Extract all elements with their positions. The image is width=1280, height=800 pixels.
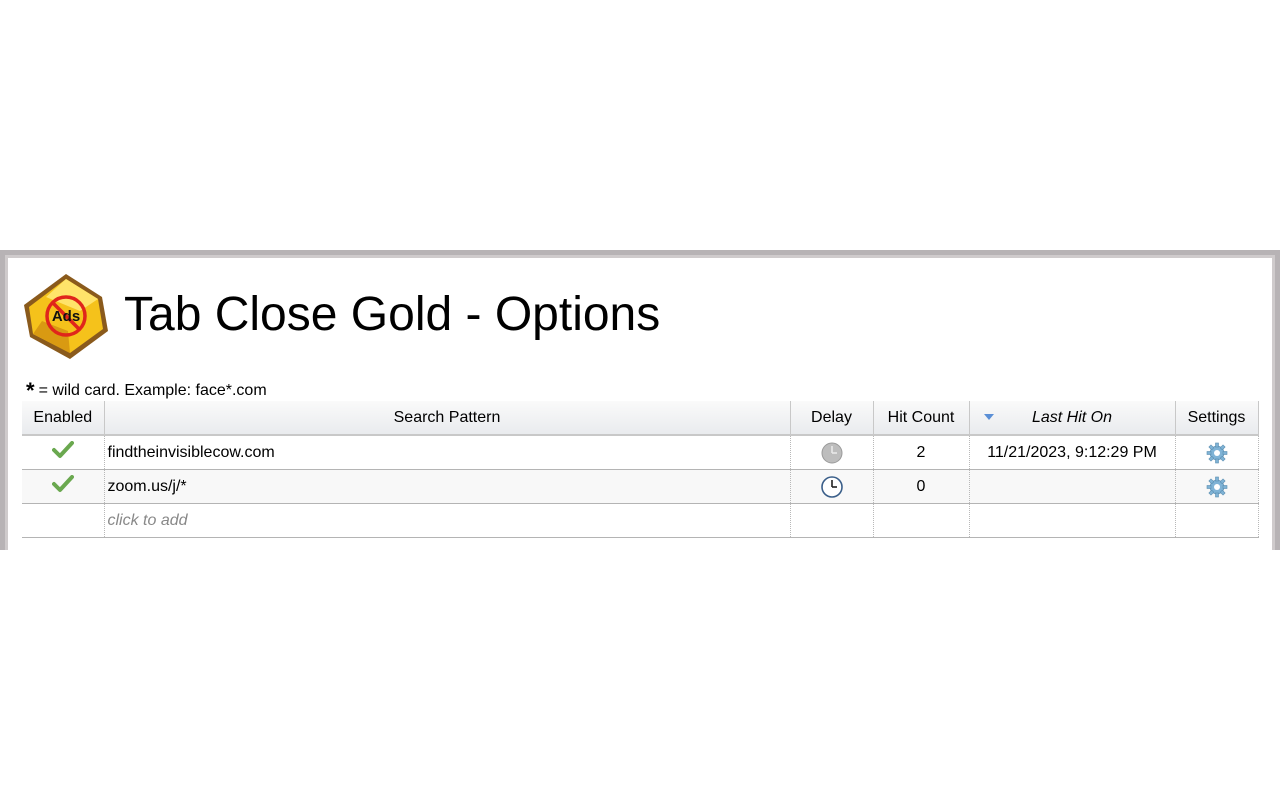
column-header-last-hit-on-label: Last Hit On [1031,408,1113,426]
clock-gray-icon[interactable] [821,442,843,464]
delay-cell-empty [790,503,874,538]
gear-icon[interactable] [1206,476,1228,498]
wildcard-hint-text: = wild card. Example: face*.com [38,382,267,399]
page-title: Tab Close Gold - Options [124,288,661,341]
last-hit-cell-empty [969,503,1176,538]
hit-count-cell: 2 [873,435,970,470]
gear-icon[interactable] [1206,442,1228,464]
column-header-search-pattern[interactable]: Search Pattern [104,401,791,436]
table-row[interactable]: findtheinvisiblecow.com 2 11/21/2023, 9:… [22,435,1259,470]
add-pattern-placeholder[interactable]: click to add [104,503,791,538]
sort-descending-icon [983,414,994,420]
wildcard-star: * [26,378,35,403]
checkmark-icon[interactable] [51,475,74,493]
settings-cell-empty [1175,503,1259,538]
column-header-hit-count[interactable]: Hit Count [873,401,970,436]
checkmark-icon[interactable] [51,441,74,459]
add-row[interactable]: click to add [22,503,1259,538]
hit-count-cell: 0 [873,469,970,504]
enabled-cell[interactable] [22,469,105,504]
table-header-row: Enabled Search Pattern Delay Hit Count L… [22,401,1259,436]
logo-text: Ads [52,308,80,325]
clock-color-icon[interactable] [820,475,843,498]
gold-ads-logo-icon: Ads [24,274,108,359]
last-hit-cell [969,469,1176,504]
page-header: Ads Tab Close Gold - Options [22,271,660,361]
settings-cell[interactable] [1175,469,1259,504]
column-header-enabled[interactable]: Enabled [22,401,105,436]
options-window-frame: Ads Tab Close Gold - Options * = wild car… [0,250,1280,550]
column-header-settings[interactable]: Settings [1175,401,1259,436]
column-header-delay[interactable]: Delay [790,401,874,436]
rules-table: Enabled Search Pattern Delay Hit Count L… [22,401,1259,538]
column-header-last-hit-on[interactable]: Last Hit On [969,401,1176,436]
settings-cell[interactable] [1175,435,1259,470]
delay-cell[interactable] [790,435,874,470]
delay-cell[interactable] [790,469,874,504]
options-panel: Ads Tab Close Gold - Options * = wild car… [8,258,1272,550]
last-hit-cell: 11/21/2023, 9:12:29 PM [969,435,1176,470]
enabled-cell[interactable] [22,435,105,470]
hit-count-cell-empty [873,503,970,538]
search-pattern-cell[interactable]: findtheinvisiblecow.com [104,435,791,470]
enabled-cell-empty [22,503,105,538]
table-row[interactable]: zoom.us/j/* 0 [22,469,1259,504]
search-pattern-cell[interactable]: zoom.us/j/* [104,469,791,504]
